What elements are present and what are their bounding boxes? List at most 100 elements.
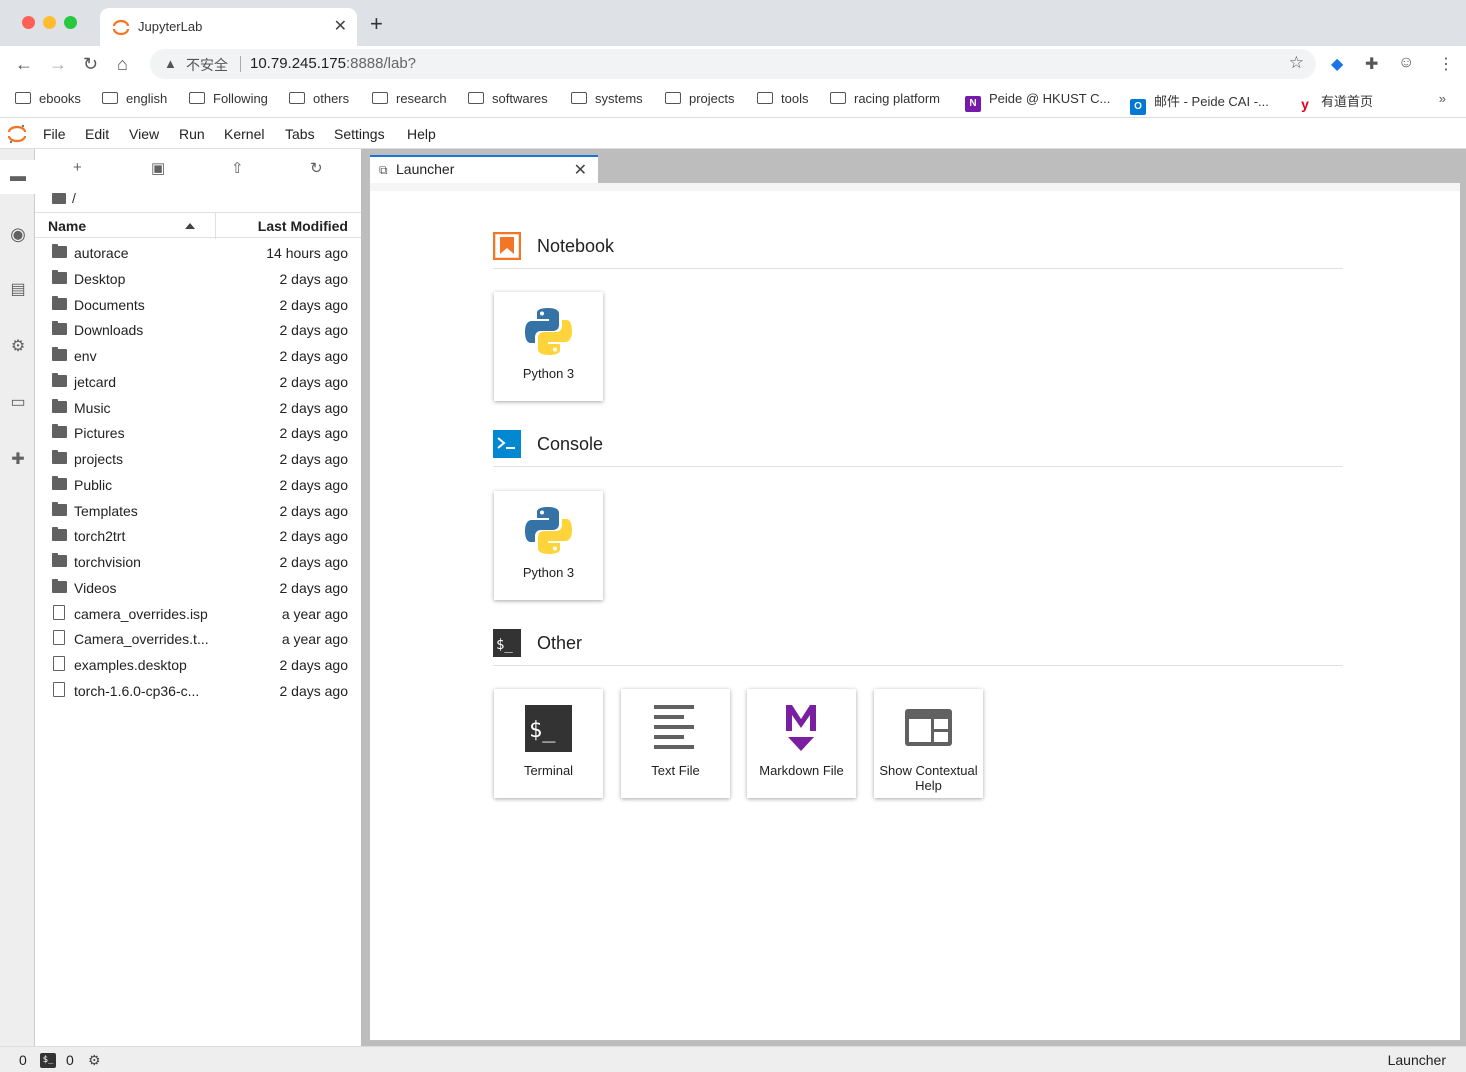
terminal-count[interactable]: 0 — [66, 1052, 74, 1068]
running-sessions-icon[interactable]: ◉ — [8, 224, 28, 244]
forward-icon[interactable]: → — [49, 54, 67, 74]
file-list-row[interactable]: torch2trt 2 days ago — [35, 523, 361, 549]
home-folder-icon[interactable] — [52, 193, 66, 204]
bookmark-folder-others[interactable]: others — [289, 91, 349, 106]
file-browser-icon[interactable]: ▬ — [8, 167, 28, 187]
menu-edit[interactable]: Edit — [85, 126, 109, 142]
file-list-row[interactable]: Downloads 2 days ago — [35, 317, 361, 343]
tab-launcher-label: Launcher — [396, 161, 455, 177]
insecure-label[interactable]: 不安全 — [186, 55, 228, 75]
bookmark-folder-racing-platform[interactable]: racing platform — [830, 91, 940, 106]
extension-manager-icon[interactable]: ✚ — [8, 450, 28, 470]
console-icon — [493, 430, 521, 458]
reload-icon[interactable]: ↻ — [83, 54, 98, 74]
bookmark-folder-following[interactable]: Following — [189, 91, 268, 106]
file-modified: 2 days ago — [279, 579, 349, 596]
warning-icon[interactable]: ▲ — [164, 56, 177, 71]
extension-icon[interactable]: ◆ — [1331, 54, 1343, 74]
profile-avatar-icon[interactable]: ☺ — [1398, 54, 1414, 72]
bookmark-folder-softwares[interactable]: softwares — [468, 91, 548, 106]
contextual-help-card[interactable]: Show Contextual Help — [874, 689, 983, 798]
terminal-icon[interactable]: $_ — [40, 1053, 56, 1068]
commands-palette-icon[interactable]: ▤ — [8, 280, 28, 300]
file-list-row[interactable]: autorace 14 hours ago — [35, 240, 361, 266]
markdown-file-card[interactable]: Markdown File — [747, 689, 856, 798]
menu-kernel[interactable]: Kernel — [224, 126, 264, 142]
tab-launcher[interactable]: ⧉ Launcher ✕ — [370, 155, 598, 183]
new-folder-button[interactable]: ▣ — [151, 159, 165, 177]
file-list-row[interactable]: jetcard 2 days ago — [35, 369, 361, 395]
tab-close-icon[interactable]: ✕ — [334, 16, 347, 36]
menu-settings[interactable]: Settings — [334, 126, 385, 142]
bookmark-folder-english[interactable]: english — [102, 91, 167, 106]
bookmarks-overflow-button[interactable]: » — [1439, 91, 1446, 106]
text-file-icon — [654, 705, 694, 749]
file-list-row[interactable]: Music 2 days ago — [35, 395, 361, 421]
file-list-row[interactable]: Documents 2 days ago — [35, 292, 361, 318]
address-toolbar: ← → ↻ ⌂ ▲ 不安全 10.79.245.175:8888/lab? ☆ … — [0, 46, 1466, 82]
bookmark-folder-projects[interactable]: projects — [665, 91, 735, 106]
bookmark-star-icon[interactable]: ☆ — [1289, 53, 1304, 73]
file-list-row[interactable]: Pictures 2 days ago — [35, 420, 361, 446]
refresh-button[interactable]: ↻ — [310, 159, 323, 177]
menu-help[interactable]: Help — [407, 126, 436, 142]
new-tab-button[interactable]: + — [370, 13, 383, 35]
bookmark-folder-ebooks[interactable]: ebooks — [15, 91, 81, 106]
bookmark-folder-research[interactable]: research — [372, 91, 447, 106]
file-list-row[interactable]: Public 2 days ago — [35, 472, 361, 498]
menu-tabs[interactable]: Tabs — [285, 126, 315, 142]
menu-file[interactable]: File — [43, 126, 66, 142]
file-list-row[interactable]: Camera_overrides.t... a year ago — [35, 626, 361, 652]
address-bar[interactable]: ▲ 不安全 10.79.245.175:8888/lab? ☆ — [150, 49, 1316, 79]
file-list-row[interactable]: torchvision 2 days ago — [35, 549, 361, 575]
folder-icon — [15, 92, 31, 104]
menu-view[interactable]: View — [129, 126, 159, 142]
url-text[interactable]: 10.79.245.175:8888/lab? — [250, 55, 416, 72]
folder-icon — [52, 398, 67, 413]
file-list-row[interactable]: env 2 days ago — [35, 343, 361, 369]
back-icon[interactable]: ← — [15, 54, 33, 74]
bookmark-onenote[interactable]: N Peide @ HKUST C... — [965, 91, 1110, 112]
browser-menu-icon[interactable]: ⋮ — [1438, 54, 1454, 74]
minimize-window-button[interactable] — [43, 16, 56, 29]
panel-splitter[interactable] — [361, 149, 368, 1046]
bookmark-youdao[interactable]: y 有道首页 — [1297, 91, 1373, 112]
file-list-row[interactable]: camera_overrides.isp a year ago — [35, 601, 361, 627]
file-list-row[interactable]: examples.desktop 2 days ago — [35, 652, 361, 678]
menu-run[interactable]: Run — [179, 126, 205, 142]
home-icon[interactable]: ⌂ — [117, 54, 128, 74]
cpu-icon[interactable]: ⚙ — [88, 1052, 101, 1069]
zoom-window-button[interactable] — [64, 16, 77, 29]
column-name-header[interactable]: Name — [48, 218, 86, 234]
upload-button[interactable]: ⇧ — [231, 159, 244, 177]
column-modified-header[interactable]: Last Modified — [258, 218, 348, 234]
notebook-section-title: Notebook — [537, 236, 615, 256]
bookmark-folder-tools[interactable]: tools — [757, 91, 808, 106]
close-window-button[interactable] — [22, 16, 35, 29]
card-label: Show Contextual Help — [879, 763, 978, 793]
bookmark-folder-systems[interactable]: systems — [571, 91, 643, 106]
browser-tab[interactable]: JupyterLab ✕ — [100, 8, 357, 46]
file-name: torch2trt — [74, 528, 126, 545]
open-tabs-icon[interactable]: ▭ — [8, 393, 28, 413]
kernel-count[interactable]: 0 — [19, 1052, 27, 1068]
close-icon[interactable]: ✕ — [574, 160, 587, 180]
property-inspector-icon[interactable]: ⚙ — [8, 337, 28, 357]
file-list-row[interactable]: Videos 2 days ago — [35, 575, 361, 601]
jupyter-menubar: File Edit View Run Kernel Tabs Settings … — [0, 119, 1466, 149]
sort-ascending-icon[interactable] — [185, 223, 195, 229]
extensions-puzzle-icon[interactable]: ✚ — [1365, 54, 1378, 74]
file-list-row[interactable]: Desktop 2 days ago — [35, 266, 361, 292]
terminal-card[interactable]: $_ Terminal — [494, 689, 603, 798]
file-list-row[interactable]: torch-1.6.0-cp36-c... 2 days ago — [35, 678, 361, 704]
onenote-icon: N — [965, 96, 981, 112]
file-name: Public — [74, 476, 113, 493]
notebook-python3-card[interactable]: Python 3 — [494, 292, 603, 401]
file-list-row[interactable]: projects 2 days ago — [35, 446, 361, 472]
new-launcher-button[interactable]: + — [73, 159, 82, 176]
bookmark-outlook[interactable]: O 邮件 - Peide CAI -... — [1130, 91, 1269, 115]
text-file-card[interactable]: Text File — [621, 689, 730, 798]
console-python3-card[interactable]: Python 3 — [494, 491, 603, 600]
contextual-help-icon — [905, 709, 952, 746]
file-list-row[interactable]: Templates 2 days ago — [35, 498, 361, 524]
